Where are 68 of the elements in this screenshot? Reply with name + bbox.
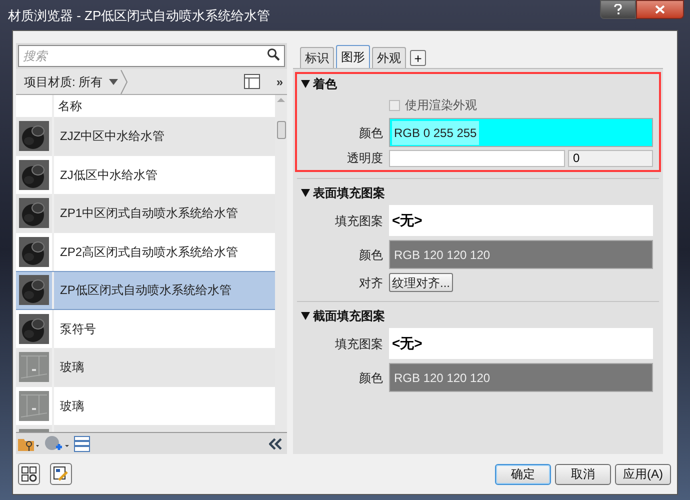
- dialog-button[interactable]: 应用(A): [615, 464, 671, 484]
- color-swatch-field[interactable]: RGB 120 120 120: [389, 240, 653, 269]
- glass-thumbnail-icon: [19, 390, 49, 421]
- search-icon[interactable]: [267, 48, 280, 61]
- close-button[interactable]: [636, 0, 684, 19]
- sphere-thumbnail-icon: [19, 121, 49, 152]
- property-label: 颜色: [358, 124, 383, 142]
- property-label: 对齐: [358, 275, 383, 292]
- texture-align-button[interactable]: 纹理对齐...: [389, 273, 454, 292]
- close-icon: [655, 5, 665, 14]
- property-label: 填充图案: [334, 336, 383, 352]
- checkbox[interactable]: [389, 100, 400, 110]
- property-label: 透明度: [346, 150, 383, 167]
- section-title: 着色: [313, 76, 337, 93]
- sphere-thumbnail-icon: [19, 314, 49, 344]
- section-title: 表面填充图案: [313, 185, 385, 202]
- material-row[interactable]: 泵符号: [16, 310, 275, 348]
- chevron-separator-icon: [120, 70, 128, 94]
- add-tab-button[interactable]: +: [410, 50, 426, 66]
- sphere-thumbnail-icon: [19, 198, 49, 228]
- scroll-up-icon: [277, 95, 285, 105]
- color-swatch-field[interactable]: RGB 0 255 255: [389, 118, 653, 147]
- scroll-thumb[interactable]: [276, 121, 286, 139]
- sphere-thumbnail-icon: [19, 275, 49, 306]
- help-button[interactable]: [600, 0, 636, 19]
- expanded-triangle-icon[interactable]: [301, 189, 310, 197]
- property-label: 填充图案: [334, 212, 383, 230]
- panel-layout-icon[interactable]: [244, 74, 260, 89]
- transparency-value-field[interactable]: 0: [568, 150, 653, 166]
- expanded-triangle-icon[interactable]: [301, 80, 310, 88]
- library-tool-button[interactable]: [18, 463, 40, 485]
- material-row[interactable]: ZJ低区中水给水管: [16, 156, 275, 194]
- search-field[interactable]: 搜索: [18, 45, 285, 67]
- property-label: 颜色: [358, 246, 383, 264]
- editor-tool-button[interactable]: [50, 463, 72, 485]
- scrollbar[interactable]: [275, 95, 287, 432]
- transparency-slider[interactable]: [389, 150, 565, 166]
- expand-icon[interactable]: »: [276, 72, 283, 90]
- expanded-triangle-icon[interactable]: [301, 312, 310, 320]
- material-row[interactable]: ZP1中区闭式自动喷水系统给水管: [16, 194, 275, 232]
- document-pencil-icon: [53, 466, 69, 482]
- tab[interactable]: 图形: [336, 45, 370, 68]
- glass-thumbnail-icon: [19, 352, 49, 382]
- checkbox-label: 使用渲染外观: [405, 97, 477, 114]
- dialog-button[interactable]: 取消: [555, 464, 611, 484]
- material-row[interactable]: ZP低区闭式自动喷水系统给水管: [16, 271, 275, 310]
- filter-dropdown[interactable]: 项目材质: 所有: [24, 72, 118, 90]
- material-row[interactable]: ZP2高区闭式自动喷水系统给水管: [16, 232, 275, 271]
- tab[interactable]: 标识: [300, 47, 334, 68]
- sphere-thumbnail-icon: [19, 236, 49, 267]
- sphere-thumbnail-icon: [19, 160, 49, 190]
- color-swatch-field[interactable]: RGB 120 120 120: [389, 363, 653, 392]
- material-row[interactable]: 玻璃: [16, 348, 275, 386]
- fill-pattern-field[interactable]: <无>: [389, 328, 653, 359]
- section-title: 截面填充图案: [313, 308, 385, 325]
- fill-pattern-field[interactable]: <无>: [389, 205, 653, 236]
- collapse-icon[interactable]: [269, 438, 283, 450]
- dropdown-arrow-icon: [108, 78, 118, 84]
- material-row[interactable]: 玻璃: [16, 386, 275, 425]
- window-title: 材质浏览器 - ZP低区闭式自动喷水系统给水管: [7, 7, 270, 25]
- dialog-button[interactable]: 确定: [495, 464, 551, 484]
- tab[interactable]: 外观: [372, 47, 406, 68]
- help-icon: [614, 4, 622, 15]
- grid-gear-icon: [21, 466, 37, 482]
- list-view-icon[interactable]: [74, 436, 90, 452]
- property-label: 颜色: [358, 370, 383, 386]
- material-row[interactable]: ZJZ中区中水给水管: [16, 117, 275, 156]
- column-header: 名称: [57, 98, 82, 115]
